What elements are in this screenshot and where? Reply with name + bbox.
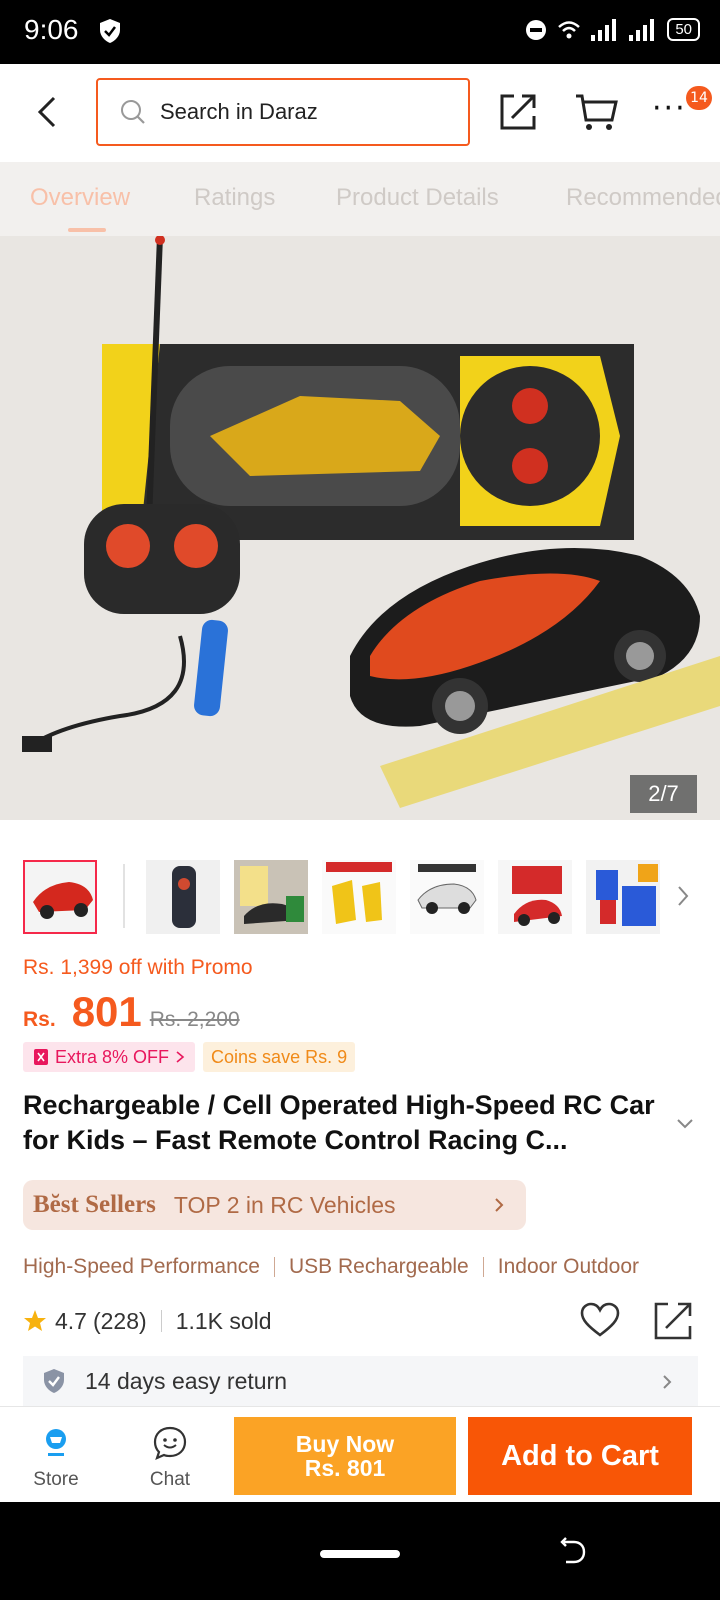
share-icon[interactable] bbox=[652, 1300, 694, 1342]
thumbnail-2[interactable] bbox=[146, 860, 220, 934]
do-not-disturb-icon bbox=[526, 19, 547, 40]
add-to-cart-button[interactable]: Add to Cart bbox=[468, 1417, 692, 1495]
voucher-icon bbox=[34, 1049, 48, 1065]
feature-tag: High-Speed Performance bbox=[23, 1255, 260, 1278]
product-image[interactable] bbox=[0, 236, 720, 820]
return-policy-text: 14 days easy return bbox=[85, 1367, 288, 1394]
chevron-down-icon[interactable] bbox=[676, 1118, 694, 1130]
system-nav-bar bbox=[0, 1502, 720, 1600]
home-gesture-pill[interactable] bbox=[320, 1550, 400, 1558]
status-bar: 9:06 50 bbox=[0, 0, 720, 64]
thumbnail-5[interactable] bbox=[410, 860, 484, 934]
shield-check-icon bbox=[44, 1369, 64, 1393]
promo-chips: Extra 8% OFF Coins save Rs. 9 bbox=[23, 1042, 356, 1072]
thumbnail-6[interactable] bbox=[498, 860, 572, 934]
thumbnail-3[interactable] bbox=[234, 860, 308, 934]
chevron-right-icon[interactable] bbox=[676, 884, 690, 908]
price-value: 801 bbox=[71, 988, 142, 1035]
share-icon[interactable] bbox=[498, 92, 538, 132]
feature-divider bbox=[482, 1257, 484, 1277]
feature-tag: Indoor Outdoor bbox=[497, 1255, 640, 1278]
status-time: 9:06 bbox=[24, 14, 79, 45]
bestseller-badge: Bĕst Sellers bbox=[33, 1191, 156, 1218]
notification-badge: 14 bbox=[686, 86, 712, 110]
signal-icon-1 bbox=[591, 18, 617, 41]
buy-now-label: Buy Now bbox=[295, 1431, 395, 1457]
chevron-right-icon bbox=[495, 1198, 504, 1212]
signal-icon-2 bbox=[629, 18, 655, 41]
wifi-icon bbox=[558, 20, 581, 38]
thumbnail-1[interactable] bbox=[23, 860, 97, 934]
bestseller-rank: TOP 2 in RC Vehicles bbox=[173, 1191, 396, 1218]
back-arrow-icon[interactable] bbox=[28, 92, 68, 132]
buy-now-button[interactable]: Buy Now Rs. 801 bbox=[234, 1417, 456, 1495]
bottom-action-bar: Store Chat Buy Now Rs. 801 Add to Cart bbox=[0, 1406, 720, 1502]
status-icons: 50 bbox=[525, 18, 700, 41]
product-title: Rechargeable / Cell Operated High-Speed … bbox=[23, 1090, 655, 1155]
buy-now-price: Rs. 801 bbox=[304, 1455, 386, 1481]
rc-car-photo bbox=[0, 236, 720, 820]
tab-ratings[interactable]: Ratings bbox=[194, 184, 275, 212]
chevron-right-icon bbox=[176, 1051, 185, 1063]
thumbnail-4[interactable] bbox=[322, 860, 396, 934]
thumbnail-divider bbox=[123, 864, 125, 928]
feature-divider bbox=[273, 1257, 275, 1277]
active-tab-indicator bbox=[68, 228, 106, 232]
chat-icon bbox=[153, 1426, 187, 1460]
price-currency: Rs. bbox=[23, 1008, 56, 1031]
tab-product-details[interactable]: Product Details bbox=[336, 184, 499, 212]
bestseller-banner[interactable]: Bĕst Sellers TOP 2 in RC Vehicles bbox=[23, 1180, 526, 1230]
star-icon bbox=[24, 1310, 46, 1331]
price-row: Rs. 801 Rs. 2,200 bbox=[23, 988, 240, 1038]
chat-label: Chat bbox=[149, 1469, 191, 1490]
search-input[interactable]: Search in Daraz bbox=[96, 78, 470, 146]
sold-count: 1.1K sold bbox=[175, 1307, 272, 1334]
extra-off-chip[interactable]: Extra 8% OFF bbox=[23, 1042, 196, 1072]
feature-tags: High-Speed Performance USB Rechargeable … bbox=[23, 1250, 720, 1284]
tab-overview[interactable]: Overview bbox=[30, 184, 130, 212]
coins-chip[interactable]: Coins save Rs. 9 bbox=[203, 1042, 356, 1072]
thumbnail-strip bbox=[0, 858, 720, 934]
chevron-right-icon bbox=[663, 1375, 672, 1389]
tab-recommended[interactable]: Recommended bbox=[566, 184, 720, 212]
image-counter: 2/7 bbox=[630, 775, 697, 813]
rating-row[interactable]: 4.7 (228) 1.1K sold bbox=[23, 1304, 272, 1338]
original-price: Rs. 2,200 bbox=[149, 1008, 240, 1031]
section-tabs: Overview Ratings Product Details Recomme… bbox=[0, 162, 720, 236]
store-button[interactable]: Store bbox=[20, 1425, 92, 1491]
search-icon bbox=[121, 100, 145, 124]
top-header: Search in Daraz ··· 14 bbox=[0, 64, 720, 162]
rotate-icon[interactable] bbox=[558, 1536, 588, 1566]
extra-off-label: Extra 8% OFF bbox=[55, 1046, 170, 1067]
feature-tag: USB Rechargeable bbox=[288, 1255, 469, 1278]
rating-divider bbox=[160, 1310, 162, 1332]
review-count: (228) bbox=[92, 1307, 147, 1334]
return-policy-row[interactable]: 14 days easy return bbox=[23, 1356, 698, 1406]
heart-icon[interactable] bbox=[580, 1302, 620, 1338]
store-label: Store bbox=[33, 1469, 79, 1490]
search-placeholder: Search in Daraz bbox=[160, 99, 318, 124]
shield-status-icon bbox=[100, 19, 120, 43]
more-options-icon[interactable]: ··· bbox=[652, 94, 687, 124]
cart-icon[interactable] bbox=[574, 92, 618, 132]
thumbnail-7[interactable] bbox=[586, 860, 660, 934]
rating-value: 4.7 bbox=[55, 1307, 87, 1334]
store-icon bbox=[46, 1429, 66, 1456]
promo-text: Rs. 1,399 off with Promo bbox=[23, 956, 253, 979]
battery-indicator: 50 bbox=[667, 18, 700, 41]
chat-button[interactable]: Chat bbox=[134, 1425, 206, 1491]
